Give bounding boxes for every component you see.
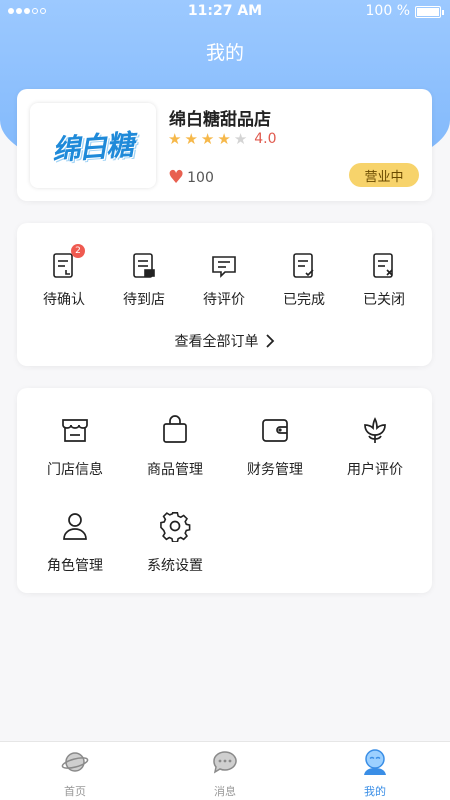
tools-card: 门店信息 商品管理 财务管理 用户评价 角色管理 系统设置 bbox=[17, 388, 432, 593]
order-closed-icon bbox=[373, 253, 393, 278]
tab-messages-label: 消息 bbox=[214, 785, 236, 798]
tool-roles-label: 角色管理 bbox=[47, 558, 103, 574]
star-icon: ★ bbox=[200, 130, 215, 148]
battery-icon bbox=[415, 6, 444, 18]
planet-icon bbox=[61, 752, 89, 772]
page-title: 我的 bbox=[205, 42, 244, 64]
view-all-label: 查看全部订单 bbox=[174, 334, 259, 350]
tool-finance[interactable]: 财务管理 bbox=[235, 414, 315, 479]
order-review-icon bbox=[212, 256, 236, 278]
tool-products-label: 商品管理 bbox=[147, 462, 203, 478]
tab-profile-label: 我的 bbox=[364, 785, 386, 798]
tool-settings-label: 系统设置 bbox=[147, 558, 203, 574]
star-icon: ★ bbox=[184, 130, 198, 148]
order-arrival-label: 待到店 bbox=[123, 292, 165, 308]
gear-icon bbox=[160, 512, 191, 543]
tab-home[interactable]: 首页 bbox=[35, 748, 115, 799]
order-pending[interactable]: 2 待确认 bbox=[29, 244, 99, 309]
tab-bar: 首页 消息 我的 bbox=[0, 741, 450, 800]
order-closed[interactable]: 已关闭 bbox=[349, 251, 419, 309]
order-review[interactable]: 待评价 bbox=[189, 251, 259, 309]
store-card[interactable]: 绵白糖 绵白糖甜品店 ★ ★ ★ ★ ★ 4.0 ♥ 100 营业中 bbox=[17, 89, 432, 201]
tool-reviews-label: 用户评价 bbox=[347, 462, 403, 478]
order-pending-label: 待确认 bbox=[43, 292, 85, 308]
user-icon bbox=[63, 513, 87, 540]
store-rating: ★ ★ ★ ★ ★ 4.0 bbox=[168, 130, 277, 148]
chevron-right-icon bbox=[265, 334, 274, 348]
tool-finance-label: 财务管理 bbox=[247, 462, 303, 478]
order-arrival[interactable]: 待到店 bbox=[109, 251, 179, 309]
order-done-label: 已完成 bbox=[283, 292, 325, 308]
order-done-icon bbox=[293, 253, 314, 278]
tool-store-info-label: 门店信息 bbox=[47, 462, 103, 478]
heart-icon: ♥ bbox=[168, 167, 185, 188]
profile-icon bbox=[364, 749, 386, 775]
status-badge: 营业中 bbox=[349, 163, 419, 187]
store-name: 绵白糖甜品店 bbox=[169, 110, 271, 130]
tool-reviews[interactable]: 用户评价 bbox=[335, 414, 415, 479]
status-bar: 11:27 AM 100 % bbox=[0, 0, 450, 24]
order-done[interactable]: 已完成 bbox=[269, 251, 339, 309]
tool-products[interactable]: 商品管理 bbox=[135, 414, 215, 479]
tool-roles[interactable]: 角色管理 bbox=[35, 510, 115, 575]
order-review-label: 待评价 bbox=[203, 292, 245, 308]
star-icon: ★ bbox=[217, 130, 231, 148]
view-all-orders-link[interactable]: 查看全部订单 bbox=[17, 331, 432, 351]
store-logo-text: 绵白糖 bbox=[51, 127, 135, 167]
store-likes: ♥ 100 bbox=[168, 167, 214, 188]
order-closed-label: 已关闭 bbox=[363, 292, 405, 308]
star-empty-icon: ★ bbox=[233, 130, 248, 148]
star-icon: ★ bbox=[168, 130, 182, 148]
flower-icon bbox=[364, 417, 386, 443]
wallet-icon bbox=[262, 419, 288, 442]
rating-value: 4.0 bbox=[254, 131, 277, 147]
tool-store-info[interactable]: 门店信息 bbox=[35, 414, 115, 479]
battery-percent: 100 % bbox=[365, 3, 410, 19]
chat-bubble-icon bbox=[213, 751, 237, 774]
tab-home-label: 首页 bbox=[64, 785, 86, 798]
store-logo: 绵白糖 bbox=[30, 103, 156, 188]
tab-messages[interactable]: 消息 bbox=[185, 748, 265, 799]
likes-count: 100 bbox=[187, 170, 214, 186]
tab-profile[interactable]: 我的 bbox=[335, 748, 415, 799]
store-icon bbox=[62, 419, 88, 442]
orders-card: 2 待确认 待到店 待评价 已完成 已关闭 查看全部订单 bbox=[17, 223, 432, 366]
shopping-bag-icon bbox=[163, 415, 187, 443]
order-arrival-icon bbox=[133, 253, 155, 278]
tool-settings[interactable]: 系统设置 bbox=[135, 510, 215, 575]
notification-badge: 2 bbox=[71, 244, 85, 258]
